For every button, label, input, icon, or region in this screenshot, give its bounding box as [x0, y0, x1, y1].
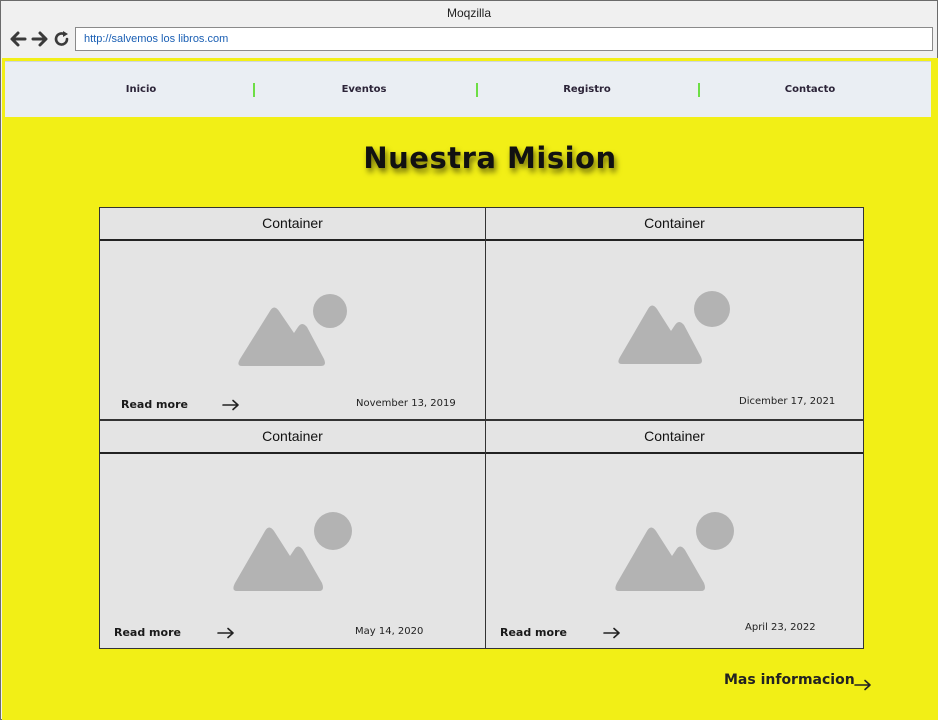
arrow-right-icon[interactable] [603, 627, 621, 639]
nav-separator [698, 83, 700, 97]
content-card: Container Read more April 23, 2022 [485, 420, 864, 649]
page-title: Nuestra Mision [363, 141, 617, 175]
read-more-link[interactable]: Read more [500, 626, 567, 639]
browser-window: Moqzilla http://salvemos los libros.com … [0, 0, 938, 720]
image-placeholder-icon [231, 510, 355, 596]
page-content: Inicio Eventos Registro Contacto Nuestra… [2, 58, 938, 720]
card-date: April 23, 2022 [745, 622, 816, 633]
arrow-right-icon[interactable] [854, 676, 872, 695]
read-more-link[interactable]: Read more [121, 398, 188, 411]
content-card: Container Read more November 13, 2019 [99, 207, 486, 420]
card-date: November 13, 2019 [356, 398, 456, 409]
content-card: Container Dicember 17, 2021 [485, 207, 864, 420]
more-info-link[interactable]: Mas informacion [724, 672, 855, 688]
back-arrow-icon[interactable] [8, 28, 28, 50]
nav-item-contacto[interactable]: Contacto [727, 62, 893, 118]
arrow-right-icon[interactable] [222, 399, 240, 411]
card-header: Container [486, 208, 863, 241]
image-placeholder-icon [613, 510, 737, 596]
card-header: Container [486, 421, 863, 454]
image-placeholder-icon [236, 291, 352, 371]
arrow-right-icon[interactable] [217, 627, 235, 639]
forward-arrow-icon[interactable] [30, 28, 50, 50]
window-title: Moqzilla [446, 6, 491, 20]
content-card: Container Read more May 14, 2020 [99, 420, 486, 649]
url-text: http://salvemos los libros.com [84, 33, 229, 45]
nav-separator [253, 83, 255, 97]
nav-item-eventos[interactable]: Eventos [281, 62, 447, 118]
card-date: May 14, 2020 [355, 626, 424, 637]
nav-item-registro[interactable]: Registro [504, 62, 670, 118]
nav-item-inicio[interactable]: Inicio [58, 62, 224, 118]
card-date: Dicember 17, 2021 [739, 396, 836, 407]
address-bar[interactable]: http://salvemos los libros.com [75, 27, 933, 51]
browser-toolbar: http://salvemos los libros.com [1, 25, 937, 56]
card-header: Container [100, 421, 485, 454]
site-navbar: Inicio Eventos Registro Contacto [5, 61, 931, 117]
image-placeholder-icon [616, 289, 732, 369]
reload-icon[interactable] [52, 28, 72, 50]
card-header: Container [100, 208, 485, 241]
read-more-link[interactable]: Read more [114, 626, 181, 639]
nav-separator [476, 83, 478, 97]
